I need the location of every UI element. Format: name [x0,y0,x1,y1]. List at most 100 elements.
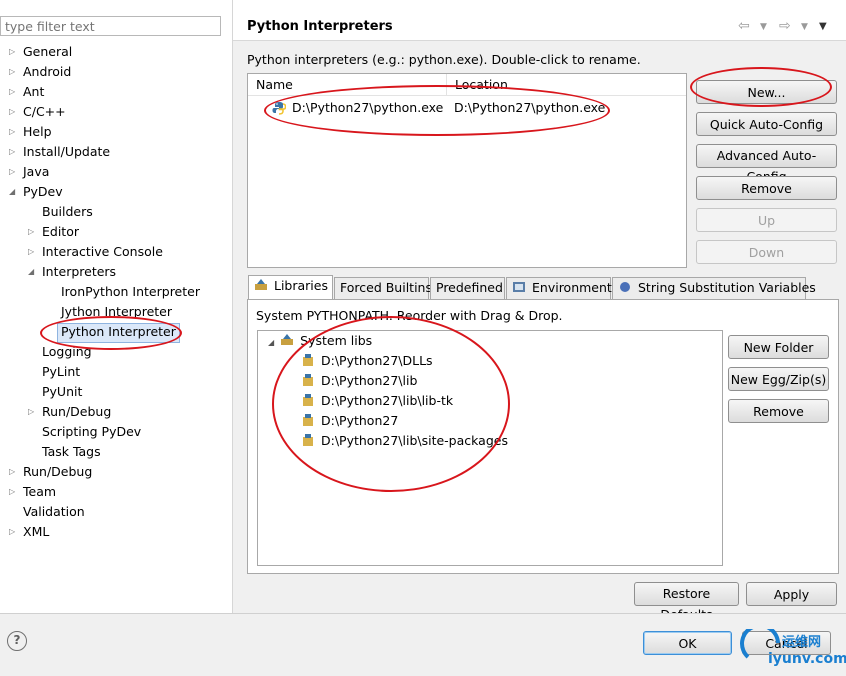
tree-item-jython-interpreter[interactable]: Jython Interpreter [61,303,172,321]
advanced-auto-config-button[interactable]: Advanced Auto-Config [696,144,837,184]
tree-item-xml[interactable]: XML [23,523,49,541]
view-menu-icon[interactable]: ▼ [819,21,827,32]
column-header-location[interactable]: Location [447,74,686,96]
list-item[interactable]: D:\Python27\lib [301,371,417,391]
tree-item-java[interactable]: Java [23,163,49,181]
preferences-tree-pane: ▷ General ▷ Android ▷ Ant ▷ C/C++ ▷ Help… [0,0,233,613]
expand-arrow-icon[interactable]: ▷ [9,523,15,541]
expand-arrow-icon[interactable]: ▷ [28,403,34,421]
tree-root-system-libs[interactable]: ◢ System libs [268,331,372,351]
watermark-text-cn: 运维网 [782,635,822,650]
tree-root-label: System libs [300,333,373,348]
list-item[interactable]: D:\Python27 [301,411,398,431]
expand-arrow-icon[interactable]: ▷ [9,483,15,501]
column-header-name[interactable]: Name [248,74,447,96]
tree-item-general[interactable]: General [23,43,72,61]
folder-icon [301,413,315,427]
tree-item-task-tags[interactable]: Task Tags [42,443,101,461]
expand-arrow-icon[interactable]: ▷ [9,43,15,61]
list-item[interactable]: D:\Python27\lib\site-packages [301,431,508,451]
new-interpreter-button[interactable]: New... [696,80,837,104]
list-item[interactable]: D:\Python27\DLLs [301,351,433,371]
interpreters-table[interactable]: Name Location D:\Python27\python.exe D:\… [247,73,687,268]
forward-arrow-icon[interactable]: ⇨ [779,18,791,34]
tree-item-builders[interactable]: Builders [42,203,93,221]
tree-item-help[interactable]: Help [23,123,52,141]
tree-item-install-update[interactable]: Install/Update [23,143,110,161]
tree-item-interactive-console[interactable]: Interactive Console [42,243,163,261]
tree-item-run-debug-pydev[interactable]: Run/Debug [42,403,111,421]
expand-arrow-icon[interactable]: ▷ [28,223,34,241]
list-item-label: D:\Python27\lib [321,373,418,388]
tab-label: String Substitution Variables [638,280,816,295]
python-icon [272,101,287,115]
tab-label: Predefined [436,280,503,295]
libraries-hint: System PYTHONPATH. Reorder with Drag & D… [256,308,563,323]
up-button[interactable]: Up [696,208,837,232]
expand-arrow-icon[interactable]: ▷ [9,83,15,101]
ok-button[interactable]: OK [643,631,732,655]
list-item-label: D:\Python27\DLLs [321,353,433,368]
tab-predefined[interactable]: Predefined [430,277,505,299]
tab-string-substitution[interactable]: String Substitution Variables [612,277,816,299]
remove-library-button[interactable]: Remove [728,399,829,423]
page-header: Python Interpreters ⇦ ▼ ⇨ ▼ ▼ [233,0,846,41]
tab-label: Forced Builtins [340,280,432,295]
table-row[interactable]: D:\Python27\python.exe D:\Python27\pytho… [248,98,686,118]
list-item[interactable]: D:\Python27\lib\lib-tk [301,391,453,411]
tree-item-ant[interactable]: Ant [23,83,44,101]
new-egg-zip-button[interactable]: New Egg/Zip(s) [728,367,829,391]
tree-item-pyunit[interactable]: PyUnit [42,383,82,401]
expand-arrow-icon[interactable]: ▷ [9,463,15,481]
restore-defaults-button[interactable]: Restore Defaults [634,582,739,622]
down-button[interactable]: Down [696,240,837,264]
page-title: Python Interpreters [247,19,393,34]
tree-item-pydev[interactable]: PyDev [23,183,63,201]
collapse-arrow-icon[interactable]: ◢ [28,263,34,281]
folder-icon [301,353,315,367]
back-arrow-icon[interactable]: ⇦ [738,18,750,34]
filter-input[interactable] [0,16,221,36]
tab-label: Environment [532,280,612,295]
collapse-arrow-icon[interactable]: ◢ [9,183,15,201]
help-icon[interactable]: ? [7,631,27,651]
tree-item-interpreters[interactable]: Interpreters [42,263,116,281]
expand-arrow-icon[interactable]: ▷ [9,103,15,121]
system-libs-icon [280,333,294,347]
tree-item-logging[interactable]: Logging [42,343,92,361]
list-item-label: D:\Python27 [321,413,399,428]
interpreter-name: D:\Python27\python.exe [292,100,444,115]
tree-item-scripting-pydev[interactable]: Scripting PyDev [42,423,141,441]
tree-item-pylint[interactable]: PyLint [42,363,80,381]
expand-arrow-icon[interactable]: ▷ [9,123,15,141]
collapse-arrow-icon[interactable]: ◢ [268,338,274,347]
expand-arrow-icon[interactable]: ▷ [9,163,15,181]
tree-item-android[interactable]: Android [23,63,71,81]
new-folder-button[interactable]: New Folder [728,335,829,359]
folder-icon [301,393,315,407]
environment-icon [512,280,526,294]
list-item-label: D:\Python27\lib\site-packages [321,433,508,448]
interpreter-location: D:\Python27\python.exe [454,100,606,115]
tree-item-editor[interactable]: Editor [42,223,79,241]
tab-libraries[interactable]: Libraries [248,275,333,300]
apply-button[interactable]: Apply [746,582,837,606]
libraries-icon [254,278,268,292]
chevron-down-icon[interactable]: ▼ [801,22,808,32]
expand-arrow-icon[interactable]: ▷ [9,63,15,81]
expand-arrow-icon[interactable]: ▷ [9,143,15,161]
tree-item-ironpython-interpreter[interactable]: IronPython Interpreter [61,283,200,301]
tab-forced-builtins[interactable]: Forced Builtins [334,277,432,299]
tree-item-validation[interactable]: Validation [23,503,85,521]
list-item-label: D:\Python27\lib\lib-tk [321,393,454,408]
quick-auto-config-button[interactable]: Quick Auto-Config [696,112,837,136]
tree-item-run-debug[interactable]: Run/Debug [23,463,92,481]
tab-environment[interactable]: Environment [506,277,612,299]
remove-interpreter-button[interactable]: Remove [696,176,837,200]
tree-item-team[interactable]: Team [23,483,56,501]
tree-item-python-interpreter[interactable]: Python Interpreter [57,323,180,343]
tree-item-cpp[interactable]: C/C++ [23,103,66,121]
libraries-tree[interactable]: ◢ System libs D:\Python27\DLLs D:\Python2… [257,330,723,566]
expand-arrow-icon[interactable]: ▷ [28,243,34,261]
chevron-down-icon[interactable]: ▼ [760,22,767,32]
